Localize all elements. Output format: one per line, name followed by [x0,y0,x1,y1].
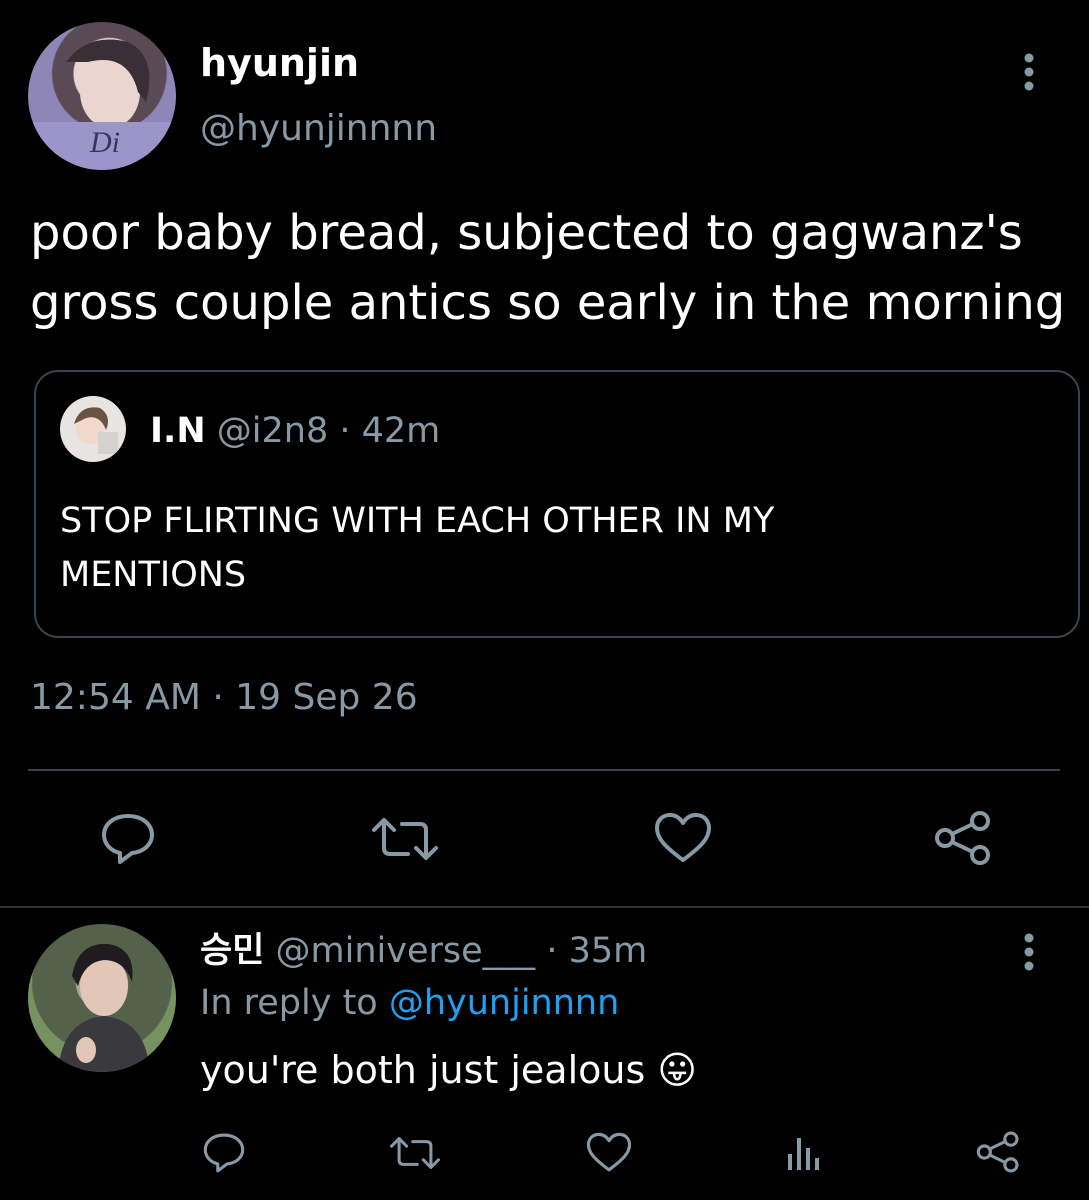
tweet-time: 12:54 AM [30,677,201,718]
author-handle[interactable]: @hyunjinnnn [200,104,437,154]
reply-share-button[interactable] [976,1130,1020,1174]
heart-icon [586,1132,632,1172]
quoted-time: 42m [361,411,441,451]
author-avatar[interactable]: Di [28,22,176,170]
more-options-button[interactable] [1016,52,1042,92]
tweet-text: poor baby bread, subjected to gagwanz's … [30,198,1065,338]
heart-icon [655,813,711,862]
tongue-emoji: 😛 [657,1048,697,1092]
like-button[interactable] [654,812,712,864]
svg-text:Di: Di [89,126,120,159]
reply-display-name[interactable]: 승민 [200,931,264,971]
quoted-text-line-1: STOP FLIRTING WITH EACH OTHER IN MY [60,501,775,541]
quoted-text: STOP FLIRTING WITH EACH OTHER IN MY MENT… [60,494,774,602]
reply-author-avatar[interactable] [28,924,176,1072]
reply-text: you're both just jealous 😛 [200,1043,697,1097]
quoted-separator: · [339,411,351,451]
reply-header: 승민 @miniverse___ · 35m [200,927,647,975]
reply-text-body: you're both just jealous [200,1048,646,1092]
quoted-author-avatar [60,396,126,462]
tweet-timestamp-separator: · [212,677,224,718]
author-avatar-image: Di [28,39,176,170]
share-icon [935,811,990,865]
quoted-handle[interactable]: @i2n8 [217,411,328,451]
reply-analytics-button[interactable] [786,1134,822,1172]
in-reply-to: In reply to @hyunjinnnn [200,979,619,1027]
quoted-text-line-2: MENTIONS [60,555,247,595]
more-vertical-icon [1024,933,1034,971]
reply-like-button[interactable] [586,1132,632,1173]
reply-time: 35m [568,931,648,971]
reply-icon [102,814,154,864]
retweet-icon [372,818,438,860]
reply-retweet-button[interactable] [390,1134,440,1172]
share-icon [976,1131,1019,1173]
retweet-icon [390,1137,440,1169]
reply-reply-button[interactable] [202,1132,246,1174]
in-reply-to-prefix: In reply to [200,983,378,1023]
tweet-date: 19 Sep 26 [235,677,418,718]
author-display-name[interactable]: hyunjin [200,38,359,88]
quoted-header: I.N @i2n8 · 42m [150,408,440,454]
analytics-icon [788,1138,819,1170]
reply-button[interactable] [100,812,156,866]
quoted-author-avatar-image [74,407,118,454]
reply-author-avatar-image [28,924,176,1072]
reply-separator: · [546,931,558,971]
tweet-text-line-1: poor baby bread, subjected to gagwanz's [30,205,1023,261]
share-button[interactable] [934,810,992,866]
divider [28,769,1060,771]
in-reply-to-handle[interactable]: @hyunjinnnn [389,983,619,1023]
retweet-button[interactable] [372,814,438,864]
reply-more-options-button[interactable] [1016,932,1042,972]
tweet-text-line-2: gross couple antics so early in the morn… [30,275,1066,331]
more-vertical-icon [1024,53,1034,91]
section-divider [0,906,1089,908]
quoted-display-name[interactable]: I.N [150,411,206,451]
reply-handle[interactable]: @miniverse___ [276,931,536,971]
tweet-timestamp[interactable]: 12:54 AM · 19 Sep 26 [30,674,418,722]
reply-icon [203,1133,245,1173]
